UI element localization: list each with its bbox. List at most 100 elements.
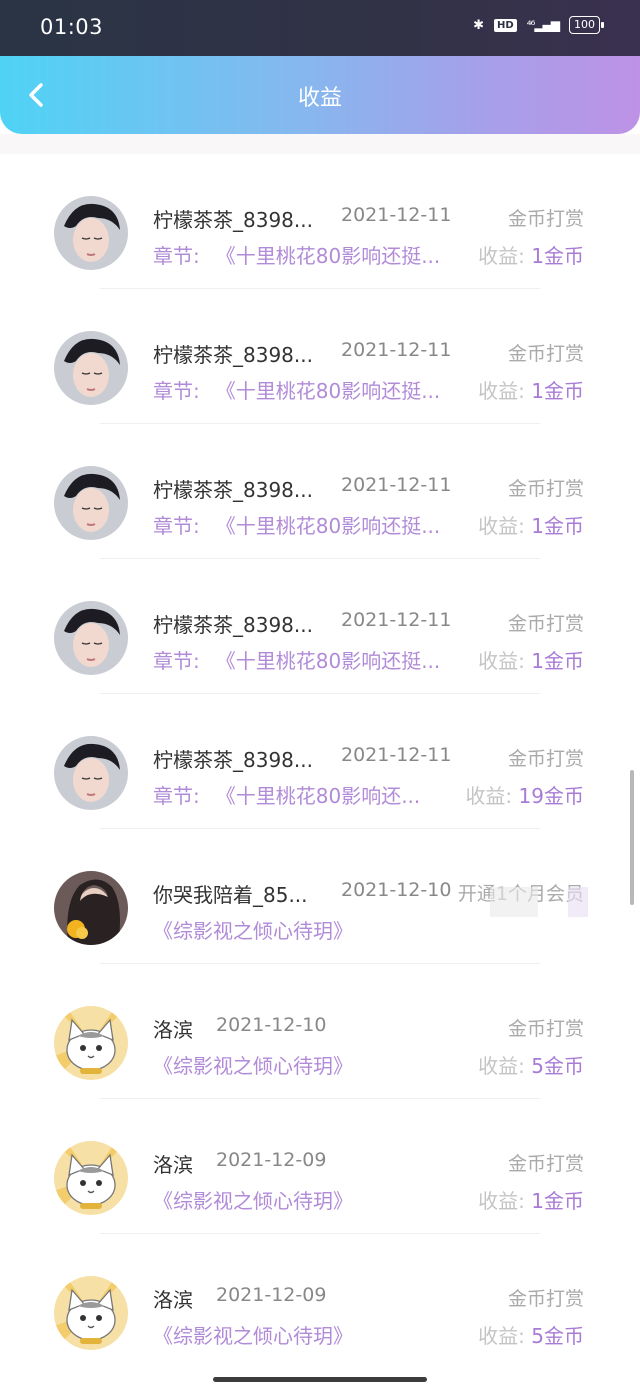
earnings-value: 1金币 xyxy=(531,379,584,403)
bluetooth-icon: ✱ xyxy=(473,17,485,33)
list-item[interactable]: 洛滨 2021-12-10 金币打赏 《综影视之倾心待玥》 收益: 5金币 xyxy=(0,964,640,1099)
chapter-title: 《综影视之倾心待玥》 xyxy=(153,1189,353,1213)
chapter-label: 章节: xyxy=(153,514,200,538)
battery-icon: 100 xyxy=(569,16,604,34)
chapter-title: 《十里桃花80影响还挺... xyxy=(215,514,441,538)
date: 2021-12-11 xyxy=(341,744,452,766)
avatar xyxy=(54,1006,128,1080)
date: 2021-12-11 xyxy=(341,339,452,361)
earnings-label: 收益: xyxy=(478,1324,525,1348)
earnings-label: 收益: xyxy=(478,244,525,268)
chapter-title: 《综影视之倾心待玥》 xyxy=(153,1054,353,1078)
avatar xyxy=(54,466,128,540)
earnings: 收益: 19金币 xyxy=(465,780,584,809)
transaction-type: 金币打赏 xyxy=(507,478,584,500)
date: 2021-12-09 xyxy=(216,1149,327,1171)
chapter-title: 《十里桃花80影响还挺... xyxy=(215,244,441,268)
list-item[interactable]: 柠檬茶茶_8398... 2021-12-11 金币打赏 章节: 《十里桃花80影… xyxy=(0,424,640,559)
earnings-value: 5金币 xyxy=(531,1324,584,1348)
earnings-value: 5金币 xyxy=(531,1054,584,1078)
chapter-text: 章节: 《十里桃花80影响还挺... xyxy=(153,240,440,269)
chapter-label: 章节: xyxy=(153,649,200,673)
list-item[interactable]: 柠檬茶茶_8398... 2021-12-11 金币打赏 章节: 《十里桃花80影… xyxy=(0,154,640,289)
earnings-label: 收益: xyxy=(478,1189,525,1213)
chapter-label: 章节: xyxy=(153,244,200,268)
list-item[interactable]: 柠檬茶茶_8398... 2021-12-11 金币打赏 章节: 《十里桃花80影… xyxy=(0,559,640,694)
earnings: 收益: 1金币 xyxy=(478,375,584,404)
earnings: 收益: 1金币 xyxy=(478,240,584,269)
list-item[interactable]: 柠檬茶茶_8398... 2021-12-11 金币打赏 章节: 《十里桃花80影… xyxy=(0,289,640,424)
user-name: 洛滨 xyxy=(153,1018,193,1042)
status-time: 01:03 xyxy=(40,15,104,39)
transaction-type: 金币打赏 xyxy=(507,1288,584,1310)
page-title: 收益 xyxy=(297,86,342,111)
chapter-title: 《十里桃花80影响还挺... xyxy=(215,379,441,403)
earnings-list: 柠檬茶茶_8398... 2021-12-11 金币打赏 章节: 《十里桃花80影… xyxy=(0,154,640,1369)
chapter-title: 《综影视之倾心待玥》 xyxy=(153,1324,353,1348)
earnings: 收益: 5金币 xyxy=(478,1320,584,1349)
chapter-title: 《十里桃花80影响还... xyxy=(215,784,421,808)
status-icons: ✱ HD ⁴⁶▂▄▆ 100 xyxy=(473,16,604,34)
earnings-value: 1金币 xyxy=(531,649,584,673)
chapter-text: 章节: 《十里桃花80影响还挺... xyxy=(153,375,440,404)
earnings-label: 收益: xyxy=(478,514,525,538)
avatar xyxy=(54,1276,128,1350)
earnings-label: 收益: xyxy=(478,1054,525,1078)
home-indicator[interactable] xyxy=(213,1377,427,1382)
date: 2021-12-10 xyxy=(341,879,452,901)
transaction-type: 金币打赏 xyxy=(507,208,584,230)
user-name: 柠檬茶茶_8398... xyxy=(153,478,313,502)
transaction-type: 金币打赏 xyxy=(507,343,584,365)
earnings-value: 1金币 xyxy=(531,1189,584,1213)
chapter-text: 章节: 《十里桃花80影响还... xyxy=(153,780,420,809)
top-strip xyxy=(0,134,640,154)
avatar xyxy=(54,331,128,405)
avatar xyxy=(54,601,128,675)
date: 2021-12-10 xyxy=(216,1014,327,1036)
date: 2021-12-11 xyxy=(341,609,452,631)
chapter-label: 章节: xyxy=(153,379,200,403)
earnings-label: 收益: xyxy=(478,379,525,403)
status-bar: 01:03 ✱ HD ⁴⁶▂▄▆ 100 xyxy=(0,0,640,56)
earnings-value: 19金币 xyxy=(518,784,584,808)
earnings-value: 1金币 xyxy=(531,244,584,268)
list-item[interactable]: 洛滨 2021-12-09 金币打赏 《综影视之倾心待玥》 收益: 5金币 xyxy=(0,1234,640,1369)
scrollbar[interactable] xyxy=(630,770,634,905)
earnings-value: 1金币 xyxy=(531,514,584,538)
transaction-type: 金币打赏 xyxy=(507,1153,584,1175)
user-name: 柠檬茶茶_8398... xyxy=(153,748,313,772)
date: 2021-12-11 xyxy=(341,474,452,496)
chapter-text: 章节: 《十里桃花80影响还挺... xyxy=(153,510,440,539)
transaction-type: 金币打赏 xyxy=(507,748,584,770)
avatar xyxy=(54,871,128,945)
earnings: 收益: 1金币 xyxy=(478,1185,584,1214)
user-name: 柠檬茶茶_8398... xyxy=(153,343,313,367)
avatar xyxy=(54,1141,128,1215)
network-label: ⁴⁶ xyxy=(526,18,536,32)
avatar xyxy=(54,736,128,810)
hd-icon: HD xyxy=(494,18,517,32)
chapter-text: 章节: 《十里桃花80影响还挺... xyxy=(153,645,440,674)
user-name: 洛滨 xyxy=(153,1288,193,1312)
redacted-area xyxy=(568,887,588,917)
earnings: 收益: 1金币 xyxy=(478,645,584,674)
chapter-title: 《综影视之倾心待玥》 xyxy=(153,919,353,943)
transaction-type: 金币打赏 xyxy=(507,1018,584,1040)
list-item[interactable]: 洛滨 2021-12-09 金币打赏 《综影视之倾心待玥》 收益: 1金币 xyxy=(0,1099,640,1234)
user-name: 柠檬茶茶_8398... xyxy=(153,208,313,232)
list-item[interactable]: 柠檬茶茶_8398... 2021-12-11 金币打赏 章节: 《十里桃花80影… xyxy=(0,694,640,829)
earnings-label: 收益: xyxy=(478,649,525,673)
signal-icon: ⁴⁶▂▄▆ xyxy=(526,18,560,32)
list-item[interactable]: 你哭我陪着_85... 2021-12-10 开通1个月会员 《综影视之倾心待玥… xyxy=(0,829,640,964)
user-name: 洛滨 xyxy=(153,1153,193,1177)
date: 2021-12-09 xyxy=(216,1284,327,1306)
redacted-area xyxy=(490,887,538,917)
user-name: 柠檬茶茶_8398... xyxy=(153,613,313,637)
date: 2021-12-11 xyxy=(341,204,452,226)
earnings-label: 收益: xyxy=(465,784,513,808)
earnings: 收益: 5金币 xyxy=(478,1050,584,1079)
nav-bar: 收益 xyxy=(0,56,640,134)
transaction-type: 金币打赏 xyxy=(507,613,584,635)
chapter-title: 《十里桃花80影响还挺... xyxy=(215,649,441,673)
earnings: 收益: 1金币 xyxy=(478,510,584,539)
